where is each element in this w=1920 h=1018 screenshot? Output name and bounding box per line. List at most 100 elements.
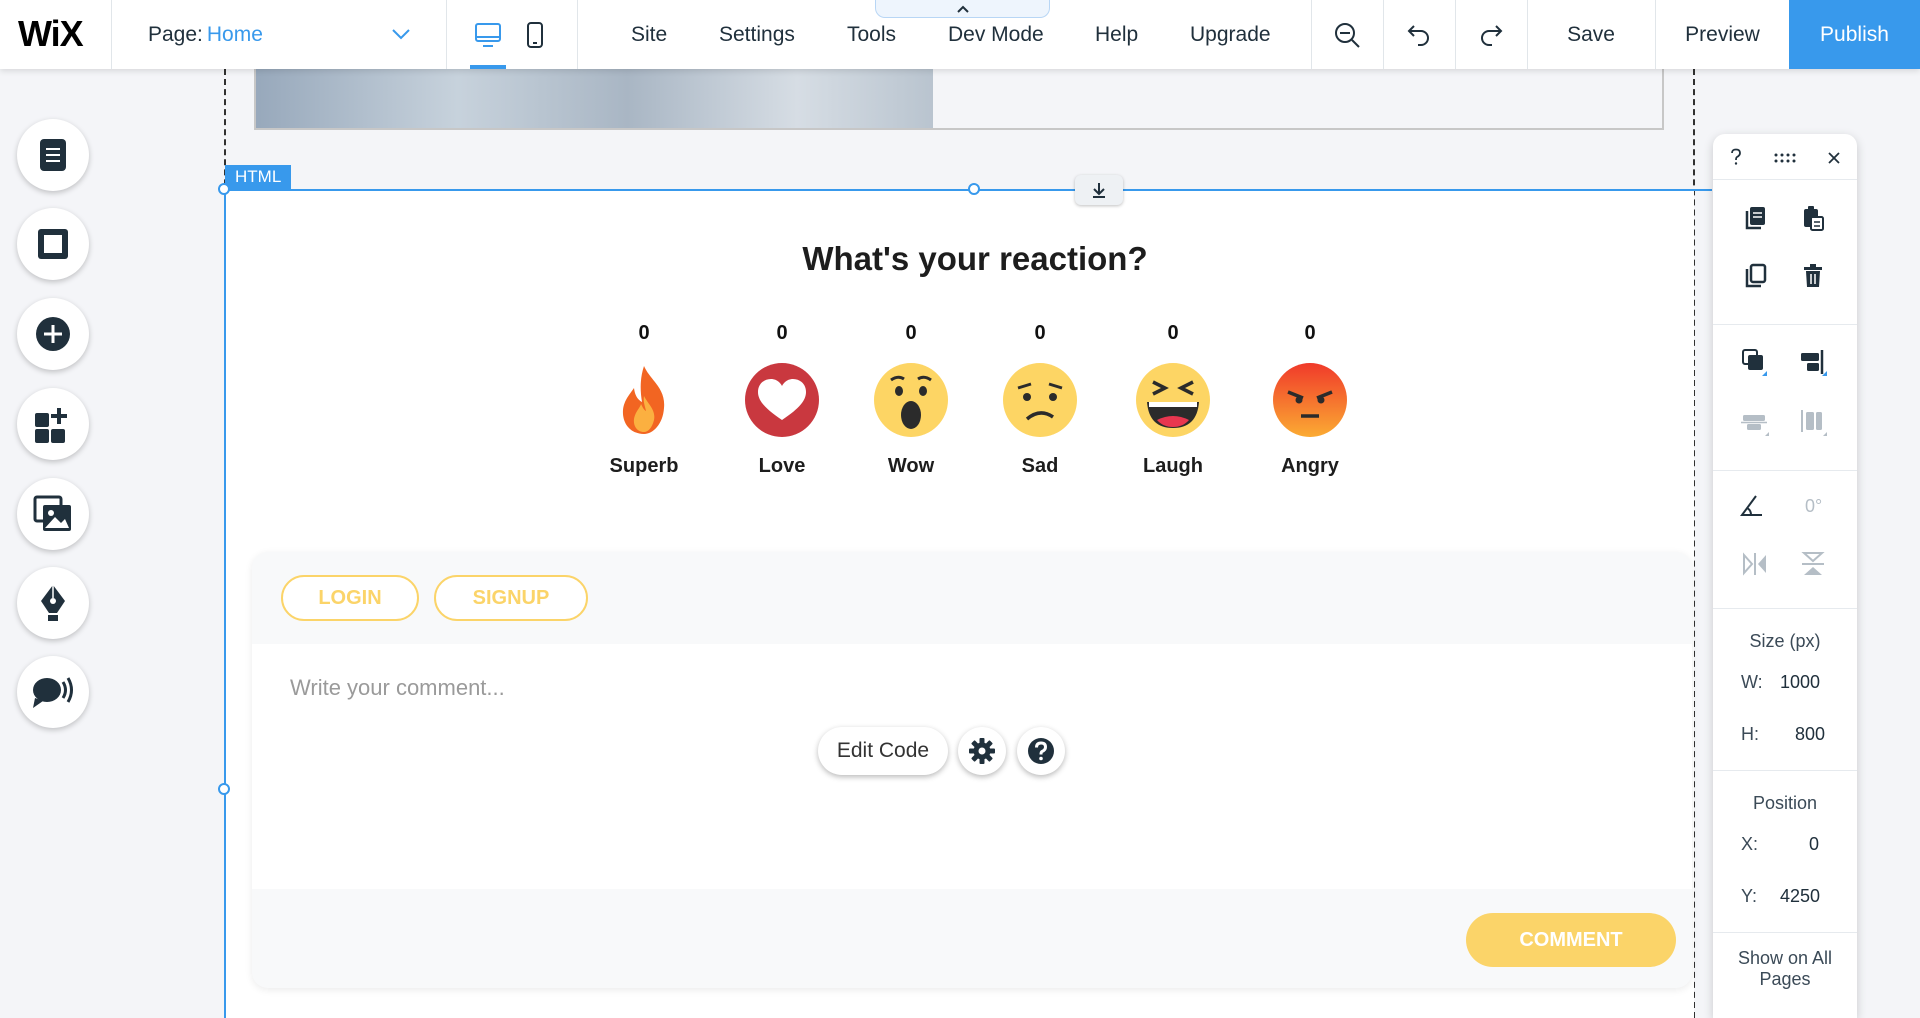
drag-handle-icon[interactable] (1773, 152, 1797, 164)
pen-icon (41, 585, 65, 621)
mobile-view-button[interactable] (515, 0, 555, 69)
show-on-all-pages-label: Show on All Pages (1737, 948, 1833, 989)
reaction-count: 0 (638, 322, 650, 344)
settings-button[interactable] (958, 727, 1006, 775)
reaction-count: 0 (905, 322, 917, 344)
match-size-button[interactable] (1797, 406, 1829, 438)
reaction-count: 0 (1167, 322, 1179, 344)
reaction-angry[interactable]: 0 Angry (1250, 322, 1370, 478)
menu-site[interactable]: Site (631, 0, 667, 69)
y-input[interactable]: 4250 (1780, 886, 1820, 907)
selection-border-left (224, 189, 226, 1018)
reaction-sad[interactable]: 0 Sad (980, 322, 1100, 478)
resize-handle[interactable] (968, 183, 980, 195)
height-label: H: (1741, 724, 1759, 744)
distribute-button[interactable] (1739, 406, 1771, 438)
reaction-label: Angry (1281, 455, 1339, 477)
reaction-wow[interactable]: 0 Wow (851, 322, 971, 478)
trash-icon (1804, 264, 1822, 287)
chevron-down-icon[interactable] (390, 24, 412, 44)
pages-icon (40, 139, 66, 171)
download-arrow-icon (1093, 183, 1105, 198)
divider (111, 0, 112, 69)
page-label: Page: (148, 22, 203, 46)
redo-button[interactable] (1456, 0, 1526, 69)
stretch-button[interactable] (1075, 175, 1123, 205)
reaction-label: Laugh (1143, 455, 1203, 477)
reaction-superb[interactable]: 0 Superb (584, 322, 704, 478)
reaction-love[interactable]: 0 Love (722, 322, 842, 478)
signup-button[interactable]: SIGNUP (434, 575, 588, 621)
media-button[interactable] (17, 478, 89, 550)
help-icon (1028, 738, 1054, 764)
menu-upgrade[interactable]: Upgrade (1190, 0, 1271, 69)
divider (577, 0, 578, 69)
gear-icon (969, 738, 995, 764)
flip-horizontal-icon (1743, 552, 1766, 576)
component-type-tag: HTML (225, 165, 292, 189)
background-button[interactable] (17, 208, 89, 280)
separator (1713, 470, 1857, 471)
height-input[interactable]: 800 (1795, 724, 1825, 745)
menu-help[interactable]: Help (1095, 0, 1138, 69)
duplicate-button[interactable] (1739, 260, 1771, 292)
edit-code-button[interactable]: Edit Code (818, 727, 948, 775)
blog-button[interactable] (17, 567, 89, 639)
flip-horizontal-button[interactable] (1739, 548, 1771, 580)
angry-face-icon (1273, 363, 1347, 437)
background-icon (38, 229, 68, 259)
paste-icon (1804, 206, 1824, 231)
reaction-laugh[interactable]: 0 Laugh (1113, 322, 1233, 478)
publish-button[interactable]: Publish (1789, 0, 1920, 69)
preview-button[interactable]: Preview (1656, 0, 1789, 69)
redo-icon (1481, 24, 1503, 46)
strip-frame (254, 69, 1664, 130)
rotation-value[interactable]: 0° (1805, 496, 1822, 517)
width-label: W: (1741, 672, 1763, 692)
comment-placeholder: Write your comment... (290, 675, 505, 700)
delete-button[interactable] (1797, 260, 1829, 292)
flip-vertical-button[interactable] (1797, 548, 1829, 580)
add-apps-button[interactable] (17, 388, 89, 460)
heart-icon (745, 363, 819, 437)
wix-logo[interactable]: WiX (18, 14, 84, 54)
question-icon[interactable] (1729, 148, 1743, 166)
login-button[interactable]: LOGIN (281, 575, 419, 621)
chat-button[interactable] (17, 656, 89, 728)
rotate-button[interactable] (1735, 490, 1767, 522)
reaction-count: 0 (1034, 322, 1046, 344)
collapse-topbar-handle[interactable] (875, 0, 1050, 18)
add-apps-icon (35, 408, 67, 443)
x-input[interactable]: 0 (1809, 834, 1819, 855)
undo-button[interactable] (1384, 0, 1454, 69)
desktop-view-button[interactable] (468, 0, 508, 69)
align-button[interactable] (1797, 346, 1829, 378)
separator (1713, 608, 1857, 609)
separator (1713, 770, 1857, 771)
resize-handle[interactable] (218, 183, 230, 195)
menu-settings[interactable]: Settings (719, 0, 795, 69)
distribute-icon (1741, 415, 1769, 436)
chevron-up-icon (956, 5, 969, 13)
zoom-out-button[interactable] (1312, 0, 1382, 69)
reaction-title: What's your reaction? (802, 240, 1148, 277)
add-elements-button[interactable] (17, 298, 89, 370)
element-toolbar-panel: 0° Size (px) W: 1000 H: 800 Position X: … (1713, 134, 1857, 1018)
copy-button[interactable] (1739, 202, 1771, 234)
arrange-button[interactable] (1739, 346, 1771, 378)
separator (1713, 324, 1857, 325)
y-label: Y: (1741, 886, 1758, 906)
page-selector[interactable]: Page: Home (148, 0, 263, 69)
help-button[interactable] (1017, 727, 1065, 775)
comment-submit-button[interactable]: COMMENT (1466, 913, 1676, 967)
undo-icon (1407, 24, 1429, 46)
save-button[interactable]: Save (1528, 0, 1654, 69)
pages-menu-button[interactable] (17, 119, 89, 191)
separator (1713, 932, 1857, 933)
top-bar: WiX Page: Home Site Settings Tools Dev M… (0, 0, 1920, 69)
width-input[interactable]: 1000 (1780, 672, 1820, 693)
paste-button[interactable] (1797, 202, 1829, 234)
close-icon[interactable] (1827, 151, 1841, 165)
reaction-label: Wow (887, 455, 935, 477)
resize-handle[interactable] (218, 783, 230, 795)
